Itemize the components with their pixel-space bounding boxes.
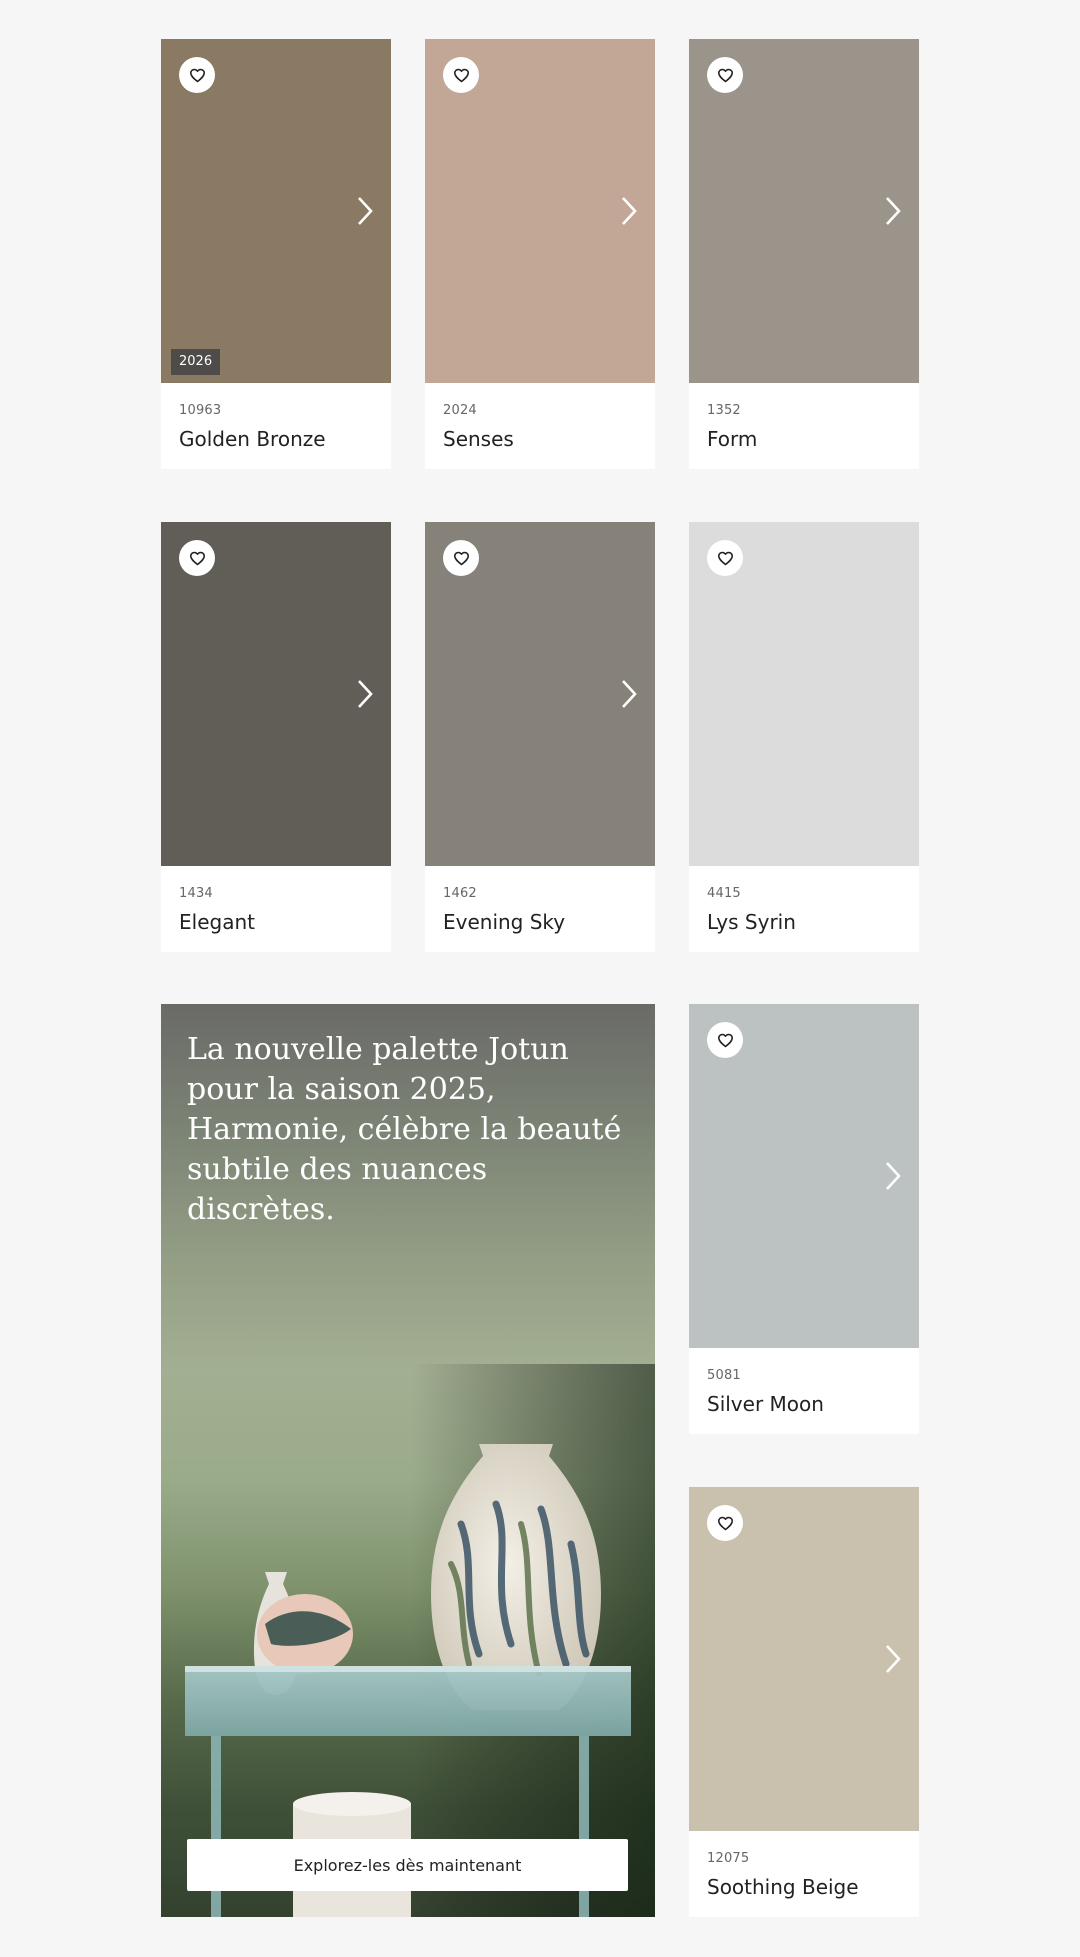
favorite-button[interactable] [707,540,743,576]
color-swatch[interactable]: 2026 [161,39,391,383]
year-badge: 2026 [171,349,221,375]
color-name[interactable]: Senses [443,427,514,451]
chevron-right-icon[interactable] [353,194,377,228]
color-code: 10963 [179,403,222,418]
color-swatch[interactable] [425,522,655,866]
favorite-button[interactable] [707,1022,743,1058]
color-name[interactable]: Soothing Beige [707,1875,859,1899]
color-swatch[interactable] [425,39,655,383]
favorite-button[interactable] [179,57,215,93]
heart-icon [189,551,205,565]
color-code: 2024 [443,403,477,418]
chevron-right-icon[interactable] [881,194,905,228]
color-code: 1352 [707,403,741,418]
color-swatch[interactable] [689,522,919,866]
promo-title: La nouvelle palette Jotun pour la saison… [187,1032,622,1227]
color-code: 5081 [707,1368,741,1383]
chevron-right-icon[interactable] [881,1642,905,1676]
chevron-right-icon[interactable] [617,677,641,711]
color-swatch[interactable] [689,1004,919,1348]
heart-icon [717,551,733,565]
color-card-lys-syrin[interactable]: 4415 Lys Syrin [689,522,919,952]
color-card-senses[interactable]: 2024 Senses [425,39,655,469]
chevron-right-icon[interactable] [617,194,641,228]
heart-icon [453,551,469,565]
explore-button[interactable]: Explorez-les dès maintenant [187,1839,628,1891]
heart-icon [453,68,469,82]
color-name[interactable]: Form [707,427,757,451]
color-name[interactable]: Elegant [179,910,255,934]
heart-icon [717,68,733,82]
favorite-button[interactable] [707,1505,743,1541]
color-name[interactable]: Lys Syrin [707,910,796,934]
favorite-button[interactable] [707,57,743,93]
favorite-button[interactable] [443,57,479,93]
favorite-button[interactable] [443,540,479,576]
color-swatch[interactable] [161,522,391,866]
color-swatch[interactable] [689,39,919,383]
favorite-button[interactable] [179,540,215,576]
color-name[interactable]: Golden Bronze [179,427,326,451]
color-code: 4415 [707,886,741,901]
color-card-elegant[interactable]: 1434 Elegant [161,522,391,952]
color-name[interactable]: Silver Moon [707,1392,824,1416]
color-swatch[interactable] [689,1487,919,1831]
color-code: 1462 [443,886,477,901]
color-card-form[interactable]: 1352 Form [689,39,919,469]
color-card-silver-moon[interactable]: 5081 Silver Moon [689,1004,919,1434]
chevron-right-icon[interactable] [881,1159,905,1193]
color-code: 12075 [707,1851,750,1866]
heart-icon [717,1516,733,1530]
color-card-golden-bronze[interactable]: 2026 10963 Golden Bronze [161,39,391,469]
heart-icon [717,1033,733,1047]
heart-icon [189,68,205,82]
promo-banner: La nouvelle palette Jotun pour la saison… [161,1004,655,1917]
color-card-evening-sky[interactable]: 1462 Evening Sky [425,522,655,952]
color-name[interactable]: Evening Sky [443,910,565,934]
color-card-soothing-beige[interactable]: 12075 Soothing Beige [689,1487,919,1917]
chevron-right-icon[interactable] [353,677,377,711]
color-code: 1434 [179,886,213,901]
